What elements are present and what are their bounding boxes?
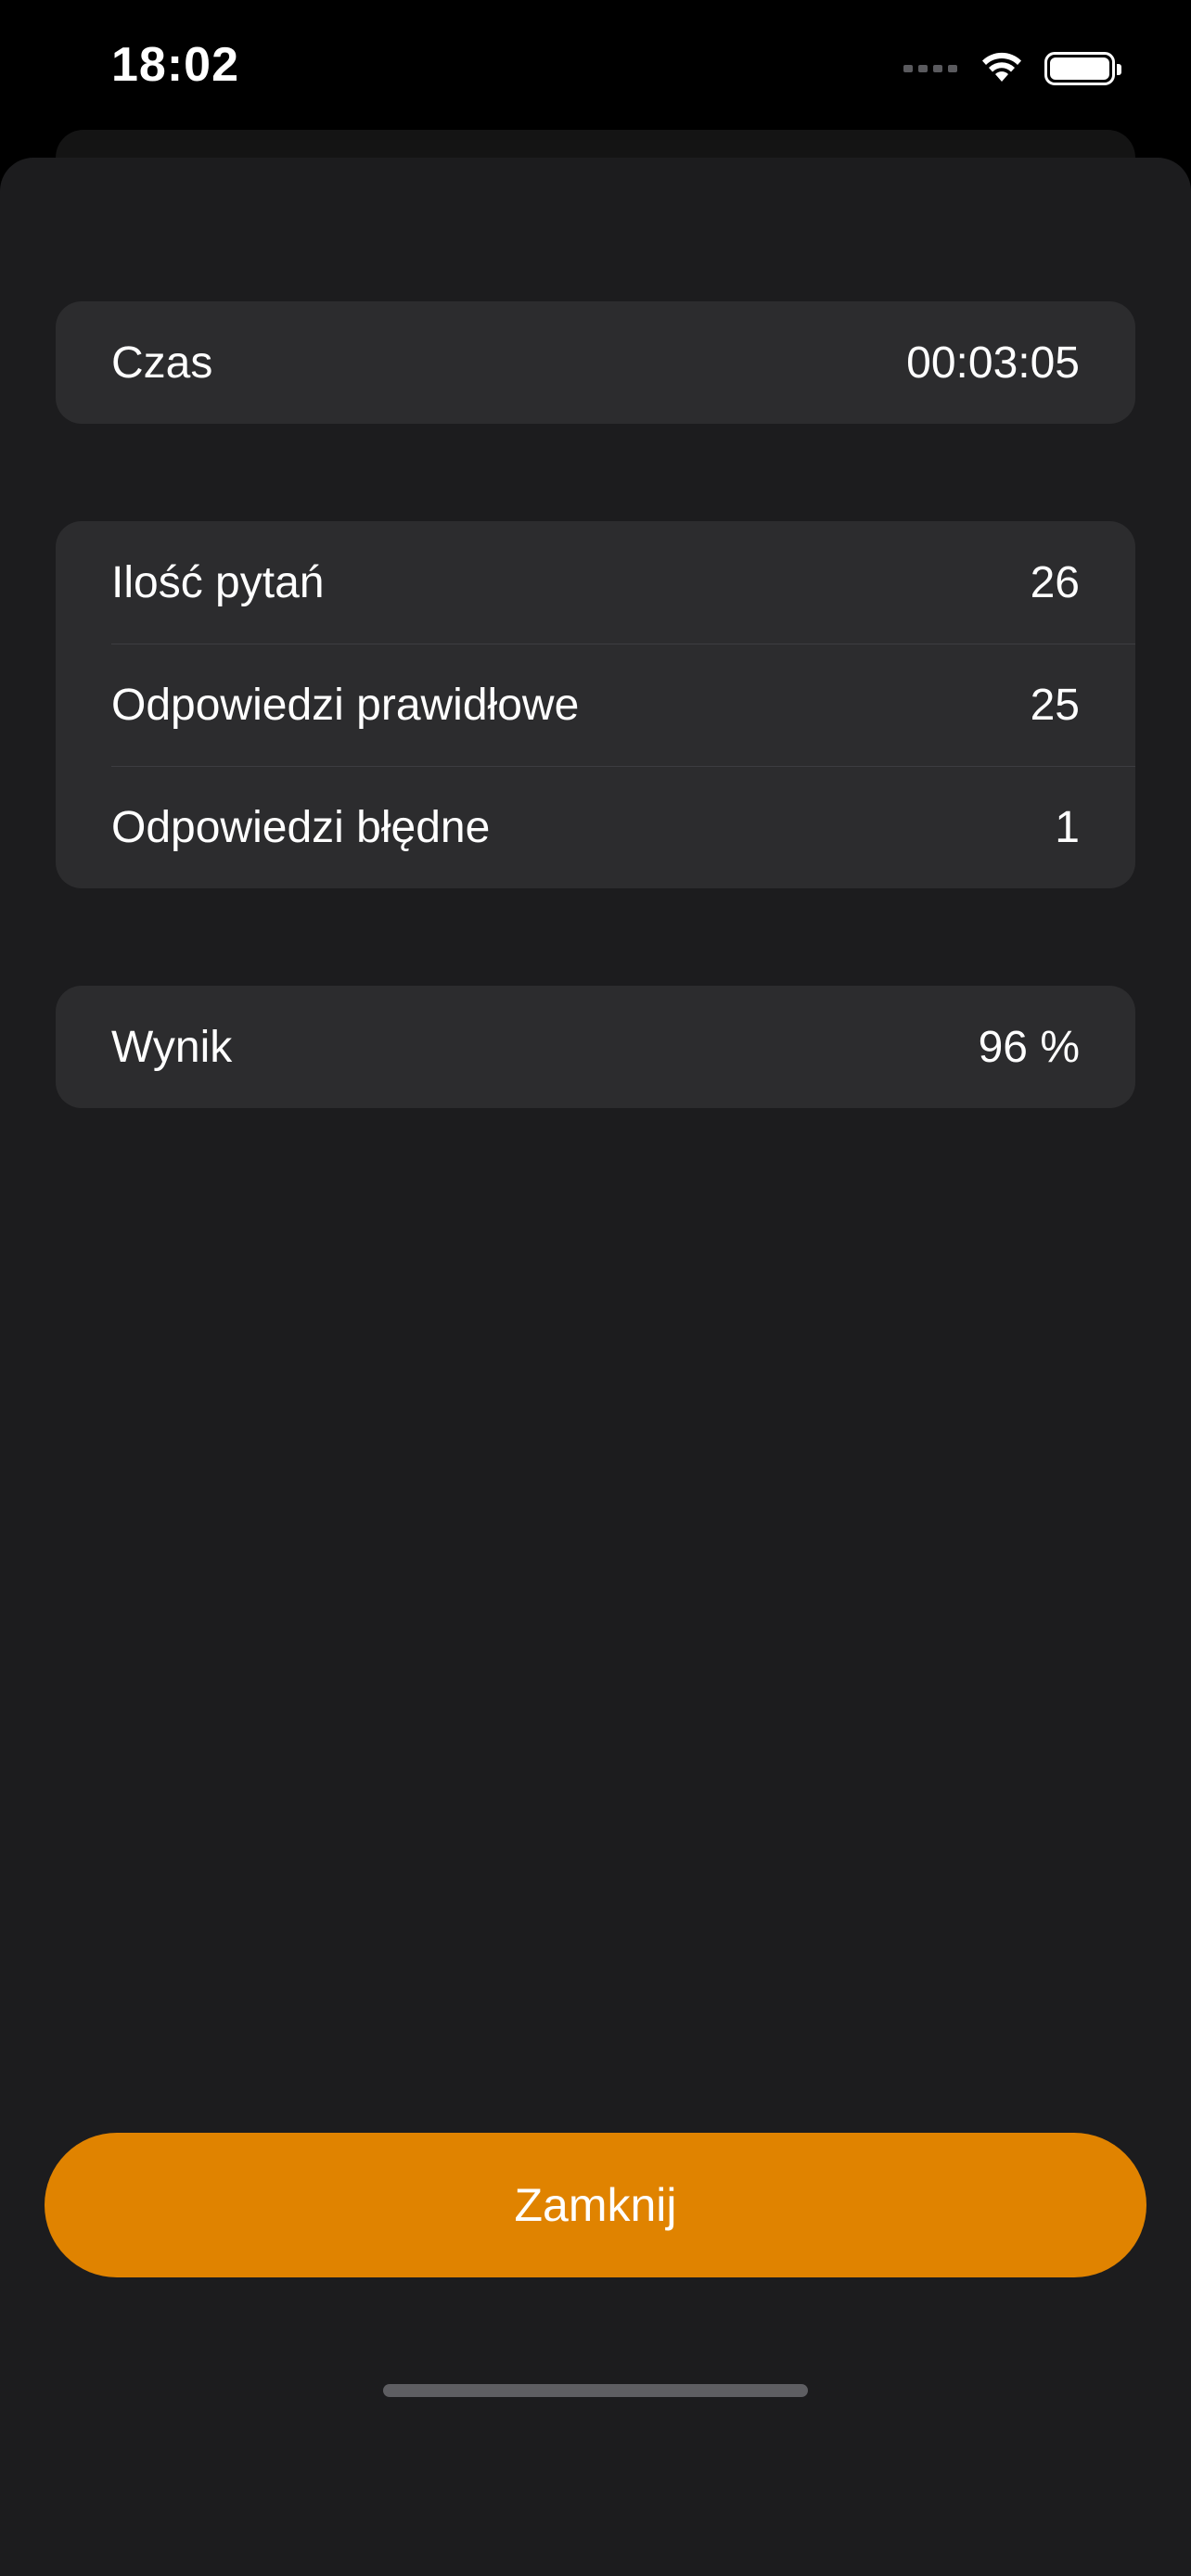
correct-answers-label: Odpowiedzi prawidłowe	[111, 680, 580, 730]
results-screen: 18:02 Czas 00:03:05 Ilość pytań 26 Odpow…	[0, 0, 1191, 2576]
time-card: Czas 00:03:05	[56, 301, 1135, 424]
score-label: Wynik	[111, 1022, 233, 1072]
wrong-answers-value: 1	[1055, 802, 1080, 852]
stats-card: Ilość pytań 26 Odpowiedzi prawidłowe 25 …	[56, 521, 1135, 888]
time-label: Czas	[111, 338, 213, 388]
score-row: Wynik 96 %	[56, 986, 1135, 1108]
correct-answers-value: 25	[1030, 680, 1080, 730]
stats-row-correct-answers: Odpowiedzi prawidłowe 25	[56, 644, 1135, 766]
time-row: Czas 00:03:05	[56, 301, 1135, 424]
score-card: Wynik 96 %	[56, 986, 1135, 1108]
battery-icon	[1044, 52, 1121, 85]
score-value: 96 %	[978, 1022, 1080, 1072]
time-value: 00:03:05	[906, 338, 1080, 388]
wrong-answers-label: Odpowiedzi błędne	[111, 802, 491, 852]
wifi-icon	[980, 50, 1024, 88]
status-icons	[903, 48, 1121, 89]
cellular-signal-icon	[903, 65, 957, 72]
status-time: 18:02	[111, 38, 239, 92]
close-button[interactable]: Zamknij	[45, 2133, 1146, 2277]
stats-row-wrong-answers: Odpowiedzi błędne 1	[56, 766, 1135, 888]
status-bar: 18:02	[0, 0, 1191, 139]
question-count-value: 26	[1030, 557, 1080, 607]
question-count-label: Ilość pytań	[111, 557, 325, 607]
home-indicator[interactable]	[383, 2384, 808, 2397]
stats-row-question-count: Ilość pytań 26	[56, 521, 1135, 644]
